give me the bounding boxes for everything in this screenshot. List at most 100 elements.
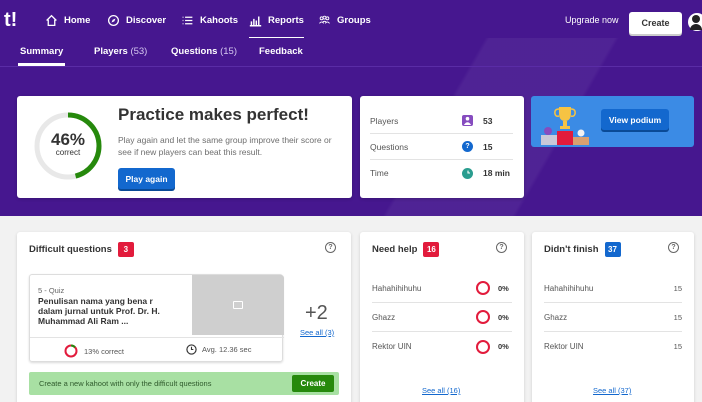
didnt-finish-header: Didn't finish 37 <box>544 242 621 257</box>
play-again-button[interactable]: Play again <box>118 168 175 189</box>
top-navigation-bar: t! Home Discover Kahoots Reports Groups … <box>0 0 702 40</box>
correct-ring-icon <box>476 281 490 295</box>
list-item[interactable]: Ghazz 0% <box>372 303 512 332</box>
player-correct-pct: 0% <box>498 342 509 351</box>
practice-description: Play again and let the same group improv… <box>118 135 332 157</box>
tab-questions-label: Questions <box>171 46 218 57</box>
create-button[interactable]: Create <box>629 12 682 34</box>
difficult-count-badge: 3 <box>117 242 134 257</box>
list-item[interactable]: Ghazz 15 <box>544 303 682 332</box>
help-icon[interactable]: ? <box>668 242 679 253</box>
player-answered: 15 <box>673 283 682 293</box>
more-questions-count: +2 <box>305 302 328 324</box>
nav-kahoots[interactable]: Kahoots <box>181 12 238 28</box>
player-answered: 15 <box>673 342 682 351</box>
see-all-didnt-finish-link[interactable]: See all (37) <box>593 386 631 395</box>
list-item[interactable]: Hahahihihuhu 15 <box>544 274 682 303</box>
banner-text: Create a new kahoot with only the diffic… <box>39 379 212 388</box>
stat-players-value: 53 <box>483 115 493 126</box>
nav-groups[interactable]: Groups <box>318 12 371 28</box>
player-name: Hahahihihuhu <box>544 283 594 293</box>
need-help-title: Need help <box>372 244 418 255</box>
help-icon[interactable]: ? <box>496 242 507 253</box>
compass-icon <box>107 14 120 26</box>
nav-home-label: Home <box>64 14 91 26</box>
stat-players: Players 53 <box>370 108 513 134</box>
player-correct-pct: 0% <box>498 283 509 293</box>
need-help-header: Need help 16 <box>372 242 440 257</box>
list-item[interactable]: Rektor UIN 0% <box>372 332 512 361</box>
upgrade-now-link[interactable]: Upgrade now <box>565 15 619 25</box>
player-name: Rektor UIN <box>544 342 584 351</box>
nav-reports-label: Reports <box>268 14 304 26</box>
tab-players-label: Players <box>94 46 128 57</box>
tab-feedback-label: Feedback <box>259 46 303 57</box>
stat-questions: Questions ? 15 <box>370 134 513 160</box>
clock-icon <box>462 167 473 179</box>
nav-kahoots-label: Kahoots <box>200 14 238 26</box>
question-text: Penulisan nama yang bena r dalam jurnal … <box>38 296 160 326</box>
bar-chart-icon <box>249 15 262 27</box>
tab-summary-label: Summary <box>20 46 64 57</box>
nav-reports[interactable]: Reports <box>249 12 304 40</box>
tab-summary[interactable]: Summary <box>17 46 66 66</box>
question-icon: ? <box>462 141 473 152</box>
question-correct: 13% correct <box>64 344 124 358</box>
question-avg-time: Avg. 12.36 sec <box>186 344 251 355</box>
practice-card: 46% correct Practice makes perfect! Play… <box>17 96 352 198</box>
player-name: Ghazz <box>372 312 396 322</box>
see-all-difficult-link[interactable]: See all (3) <box>300 328 334 337</box>
question-correct-label: 13% correct <box>84 346 125 356</box>
nav-discover-label: Discover <box>126 14 167 26</box>
stat-time-value: 18 min <box>483 168 510 178</box>
tab-questions[interactable]: Questions (15) <box>171 46 237 57</box>
player-name: Rektor UIN <box>372 342 412 351</box>
nav-groups-label: Groups <box>337 14 371 26</box>
correct-ring-icon <box>476 339 490 354</box>
tabs-divider <box>0 66 702 67</box>
see-all-need-help-link[interactable]: See all (16) <box>422 386 460 395</box>
stat-time-label: Time <box>370 168 389 178</box>
need-help-count-badge: 16 <box>423 242 440 257</box>
correct-label: correct <box>55 148 81 157</box>
user-avatar[interactable] <box>688 13 702 31</box>
kahoot-logo[interactable]: t! <box>4 9 17 32</box>
person-icon <box>462 115 473 126</box>
report-tabs: Summary Players (53) Questions (15) Feed… <box>0 38 702 66</box>
question-avg-time-label: Avg. 12.36 sec <box>202 345 252 354</box>
stats-card: Players 53 Questions ? 15 Time 18 min <box>360 96 524 198</box>
difficult-questions-panel: Difficult questions 3 ? 5 - Quiz Penulis… <box>17 232 351 402</box>
difficult-questions-header: Difficult questions 3 <box>29 242 134 257</box>
list-item[interactable]: Hahahihihuhu 0% <box>372 274 512 303</box>
home-icon <box>46 14 57 26</box>
question-card-footer: 13% correct Avg. 12.36 sec <box>30 337 284 363</box>
create-kahoot-button[interactable]: Create <box>292 375 334 392</box>
help-icon[interactable]: ? <box>325 242 336 253</box>
tab-players[interactable]: Players (53) <box>94 46 147 57</box>
stat-time: Time 18 min <box>370 160 513 186</box>
didnt-finish-count-badge: 37 <box>604 242 621 257</box>
stat-questions-value: 15 <box>483 141 493 152</box>
nav-discover[interactable]: Discover <box>107 12 166 28</box>
need-help-panel: Need help 16 ? Hahahihihuhu 0% Ghazz 0% … <box>360 232 524 402</box>
correct-ring-icon <box>476 310 490 324</box>
list-item[interactable]: Rektor UIN 15 <box>544 332 682 361</box>
didnt-finish-title: Didn't finish <box>544 244 599 255</box>
image-icon <box>233 301 243 309</box>
question-card[interactable]: 5 - Quiz Penulisan nama yang bena r dala… <box>29 274 284 363</box>
stat-questions-label: Questions <box>370 141 409 152</box>
correct-percent: 46% <box>50 130 86 149</box>
tab-feedback[interactable]: Feedback <box>259 46 303 57</box>
tab-questions-count: (15) <box>220 46 237 57</box>
view-podium-button[interactable]: View podium <box>601 109 669 130</box>
trophy-podium-icon <box>541 107 589 145</box>
ring-label: 46% correct <box>33 131 103 157</box>
list-icon <box>182 16 193 24</box>
player-correct-pct: 0% <box>498 312 509 322</box>
clock-icon <box>186 344 197 355</box>
stat-players-label: Players <box>370 115 399 126</box>
nav-home[interactable]: Home <box>45 12 90 28</box>
correct-ratio-ring-icon <box>64 344 78 358</box>
tab-players-count: (53) <box>130 46 148 57</box>
player-answered: 15 <box>673 312 682 322</box>
